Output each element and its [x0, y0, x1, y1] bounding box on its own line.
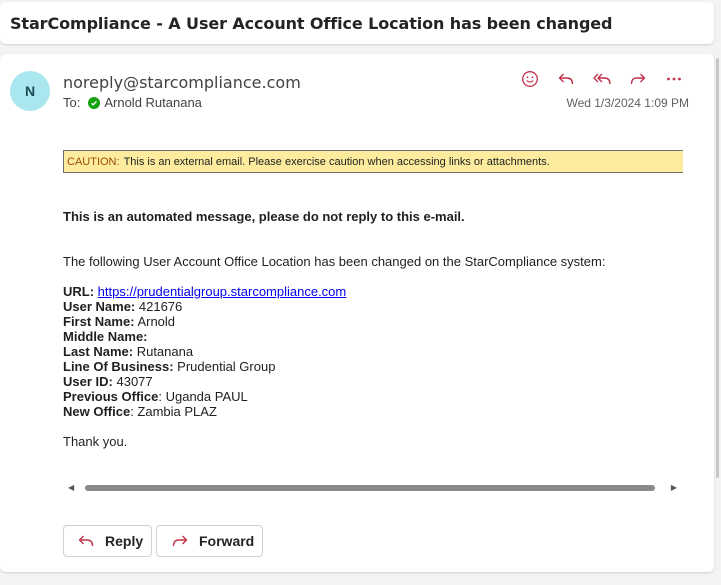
reply-button-label: Reply — [105, 533, 144, 549]
message-actions — [512, 69, 692, 89]
forward-icon[interactable] — [620, 69, 656, 89]
scroll-left-icon[interactable]: ◀ — [68, 483, 74, 492]
emoji-icon[interactable] — [512, 69, 548, 89]
external-caution-banner: CAUTION: This is an external email. Plea… — [63, 150, 683, 173]
caution-label: CAUTION: — [67, 155, 120, 168]
caution-text: This is an external email. Please exerci… — [123, 155, 550, 168]
reply-icon[interactable] — [548, 69, 584, 89]
sender-avatar[interactable]: N — [10, 71, 50, 111]
detail-new-office: New Office: Zambia PLAZ — [63, 404, 217, 419]
reply-all-icon[interactable] — [584, 69, 620, 89]
details-block: URL: https://prudentialgroup.starcomplia… — [63, 284, 683, 419]
reply-button[interactable]: Reply — [63, 525, 152, 557]
more-icon[interactable] — [656, 69, 692, 89]
forward-button-label: Forward — [199, 533, 255, 549]
automated-notice: This is an automated message, please do … — [63, 209, 465, 224]
forward-icon — [172, 535, 188, 547]
detail-url: URL: https://prudentialgroup.starcomplia… — [63, 284, 347, 299]
sender-address[interactable]: noreply@starcompliance.com — [63, 73, 301, 92]
subject-bar: StarCompliance - A User Account Office L… — [0, 2, 714, 44]
detail-first-name: First Name: Arnold — [63, 314, 176, 329]
horizontal-scrollbar[interactable]: ◀ ▶ — [63, 481, 683, 495]
scrollbar-thumb[interactable] — [85, 485, 655, 491]
reply-icon — [78, 535, 94, 547]
detail-middle-name: Middle Name: — [63, 329, 148, 344]
detail-previous-office: Previous Office: Uganda PAUL — [63, 389, 248, 404]
email-subject: StarCompliance - A User Account Office L… — [10, 13, 613, 33]
detail-user-name: User Name: 421676 — [63, 299, 183, 314]
vertical-scrollbar[interactable] — [716, 58, 719, 478]
to-line: To: Arnold Rutanana — [63, 95, 202, 110]
detail-line-of-business: Line Of Business: Prudential Group — [63, 359, 276, 374]
to-label: To: — [63, 95, 81, 110]
starcompliance-link[interactable]: https://prudentialgroup.starcompliance.c… — [98, 284, 347, 299]
intro-text: The following User Account Office Locati… — [63, 254, 606, 269]
scroll-right-icon[interactable]: ▶ — [671, 483, 677, 492]
closing-text: Thank you. — [63, 434, 128, 449]
received-date: Wed 1/3/2024 1:09 PM — [566, 96, 689, 110]
recipient-name[interactable]: Arnold Rutanana — [104, 95, 202, 110]
presence-available-icon — [88, 96, 101, 109]
reading-pane: N noreply@starcompliance.com To: Arnold … — [0, 54, 714, 572]
forward-button[interactable]: Forward — [156, 525, 263, 557]
detail-user-id: User ID: 43077 — [63, 374, 153, 389]
detail-last-name: Last Name: Rutanana — [63, 344, 194, 359]
message-body: This is an automated message, please do … — [63, 209, 683, 449]
